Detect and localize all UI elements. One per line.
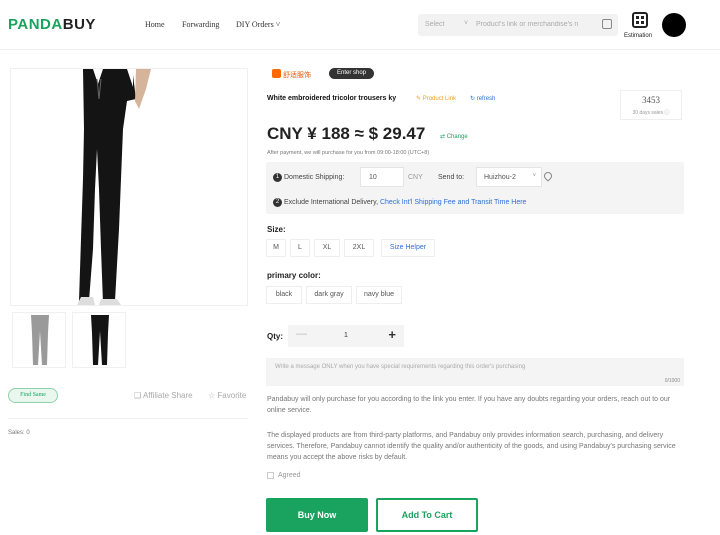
- disclaimer-notice: The displayed products are from third-pa…: [267, 432, 676, 461]
- swap-icon: ⇄: [440, 134, 446, 140]
- sold-label: 30 days sales ⓘ: [621, 109, 681, 116]
- message-char-counter: 0/1000: [664, 378, 680, 384]
- refresh-link[interactable]: ↻ refresh: [470, 95, 495, 102]
- search-bar[interactable]: Select ˅ Product's link or merchandise's…: [418, 14, 618, 36]
- chevron-down-icon: ˅: [275, 20, 281, 29]
- order-message-textarea[interactable]: Write a message ONLY when you have speci…: [266, 358, 684, 386]
- chevron-down-icon: ˅: [532, 173, 536, 179]
- agree-checkbox[interactable]: [267, 472, 274, 479]
- find-same-button[interactable]: Find Same: [8, 388, 58, 403]
- size-label: Size:: [267, 225, 286, 234]
- share-icon: ❏: [134, 391, 142, 400]
- product-title: White embroidered tricolor trousers ky: [267, 95, 397, 102]
- image-search-icon[interactable]: [602, 19, 612, 29]
- exclude-intl-text: Exclude International Delivery,: [284, 199, 379, 206]
- product-link-label: Product Link: [422, 96, 457, 102]
- size-option-xl[interactable]: XL: [314, 239, 340, 257]
- shop-icon: [272, 69, 281, 78]
- send-to-label: Send to:: [438, 174, 465, 181]
- affiliate-share-label: Affiliate Share: [142, 391, 193, 400]
- quantity-stepper: — 1 +: [288, 325, 404, 347]
- divider: [8, 418, 248, 419]
- trousers-black-thumb: [91, 315, 109, 365]
- quantity-label: Qty:: [267, 332, 283, 341]
- nav-diy-orders[interactable]: DIY Orders ˅: [236, 20, 280, 29]
- thumbnail-black[interactable]: [72, 312, 126, 368]
- favorite-label: Favorite: [217, 391, 247, 400]
- color-option-navy-blue[interactable]: navy blue: [356, 286, 402, 304]
- send-to-value: Huizhou-2: [484, 174, 516, 181]
- color-option-black[interactable]: black: [266, 286, 302, 304]
- decrease-quantity-button[interactable]: —: [296, 328, 307, 340]
- buy-now-button[interactable]: Buy Now: [266, 498, 368, 532]
- change-label: Change: [446, 134, 468, 140]
- agree-label[interactable]: Agreed: [278, 472, 301, 479]
- product-link[interactable]: ✎ Product Link: [416, 95, 456, 102]
- enter-shop-button[interactable]: Enter shop: [329, 68, 374, 79]
- currency-unit: CNY: [408, 174, 423, 181]
- estimation-label[interactable]: Estimation: [624, 33, 652, 39]
- location-pin-icon[interactable]: [542, 170, 554, 182]
- thumbnail-gray[interactable]: [12, 312, 66, 368]
- product-price: CNY ¥ 188 ≈ $ 29.47: [267, 124, 426, 143]
- exclude-intl-note: Exclude International Delivery, Check In…: [284, 199, 526, 206]
- color-label: primary color:: [267, 271, 321, 280]
- sold-label-text: 30 days sales: [632, 110, 664, 116]
- size-option-m[interactable]: M: [266, 239, 286, 257]
- add-to-cart-button[interactable]: Add To Cart: [376, 498, 478, 532]
- purchase-notice: Pandabuy will only purchase for you acco…: [267, 396, 671, 414]
- search-input[interactable]: Product's link or merchandise's n: [476, 21, 604, 28]
- send-to-select[interactable]: Huizhou-2 ˅: [476, 167, 542, 187]
- color-option-dark-gray[interactable]: dark gray: [306, 286, 352, 304]
- pandabuy-logo[interactable]: PANDABUY: [8, 16, 96, 33]
- size-option-2xl[interactable]: 2XL: [344, 239, 374, 257]
- user-avatar[interactable]: [662, 13, 686, 37]
- refresh-label: refresh: [476, 96, 496, 102]
- trousers-image: [77, 69, 151, 305]
- sales-count: Sales: 0: [8, 430, 30, 436]
- step-1-badge: 1: [273, 173, 282, 182]
- affiliate-share-button[interactable]: ❏ Affiliate Share: [134, 391, 193, 400]
- shipping-panel: 1 Domestic Shipping: 10 CNY Send to: Hui…: [266, 162, 684, 214]
- purchase-hours-note: After payment, we will purchase for you …: [267, 150, 430, 156]
- refresh-icon: ↻: [470, 96, 476, 102]
- domestic-shipping-label: Domestic Shipping:: [284, 174, 345, 181]
- info-icon: ⓘ: [664, 110, 670, 116]
- increase-quantity-button[interactable]: +: [388, 327, 396, 342]
- top-header: PANDABUY Home Forwarding DIY Orders ˅ Se…: [0, 0, 720, 50]
- trousers-gray-thumb: [31, 315, 49, 365]
- size-option-l[interactable]: L: [290, 239, 310, 257]
- product-main-image: [10, 68, 248, 306]
- link-icon: ✎: [416, 96, 422, 102]
- logo-text-panda: PANDA: [8, 16, 63, 33]
- search-type-select[interactable]: Select: [425, 21, 444, 28]
- chevron-down-icon: ˅: [464, 20, 469, 27]
- logo-text-buy: BUY: [62, 16, 96, 33]
- change-currency-link[interactable]: ⇄ Change: [440, 133, 468, 140]
- favorite-button[interactable]: ☆ Favorite: [208, 391, 246, 400]
- nav-diy-orders-label: DIY Orders: [236, 20, 274, 29]
- step-2-badge: 2: [273, 198, 282, 207]
- nav-forwarding[interactable]: Forwarding: [182, 20, 219, 29]
- domestic-shipping-field: 10: [360, 167, 404, 187]
- nav-home[interactable]: Home: [145, 20, 165, 29]
- size-helper-button[interactable]: Size Helper: [381, 239, 435, 257]
- quantity-input[interactable]: 1: [336, 332, 356, 339]
- sold-count: 3453: [642, 95, 660, 105]
- star-icon: ☆: [208, 391, 216, 400]
- estimation-icon[interactable]: [632, 12, 648, 28]
- shop-name[interactable]: 舒适服饰: [283, 70, 311, 80]
- message-placeholder: Write a message ONLY when you have speci…: [275, 364, 526, 370]
- check-intl-shipping-link[interactable]: Check Int'l Shipping Fee and Transit Tim…: [380, 199, 526, 206]
- sales-stat-box: 3453 30 days sales ⓘ: [620, 90, 682, 120]
